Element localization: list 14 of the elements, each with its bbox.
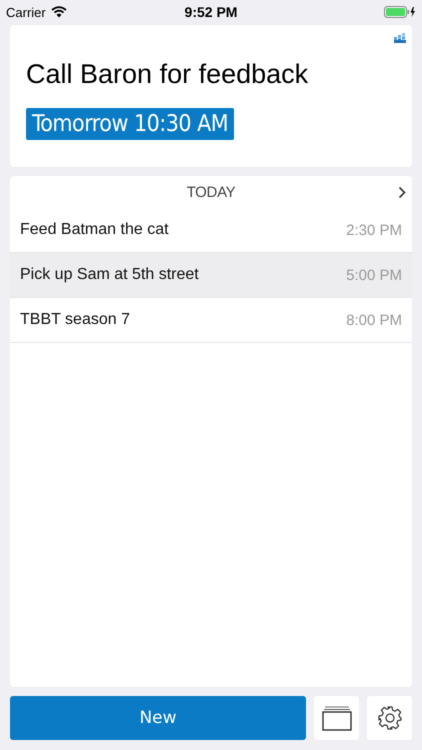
reminder-title: Call Baron for feedback xyxy=(26,58,310,90)
reminder-text: Feed Batman the cat xyxy=(20,221,169,239)
reminder-time: 2:30 PM xyxy=(346,222,402,238)
carrier-name: Carrier xyxy=(6,4,46,20)
reminder-time: 5:00 PM xyxy=(346,266,402,284)
day-heading: TODAY xyxy=(186,184,236,200)
clock-time: 9:52 PM xyxy=(184,4,238,20)
reminder-text: TBBT season 7 xyxy=(20,311,130,329)
reminder-text: Pick up Sam at 5th street xyxy=(20,266,199,284)
reminder-row[interactable]: TBBT season 7 8:00 PM xyxy=(10,298,412,343)
reminder-row[interactable]: Pick up Sam at 5th street 5:00 PM xyxy=(10,253,412,298)
due-date-label[interactable]: Tomorrow 10:30 AM xyxy=(26,108,234,140)
reminder-time: 8:00 PM xyxy=(346,312,402,328)
new-button[interactable]: New xyxy=(10,696,306,740)
